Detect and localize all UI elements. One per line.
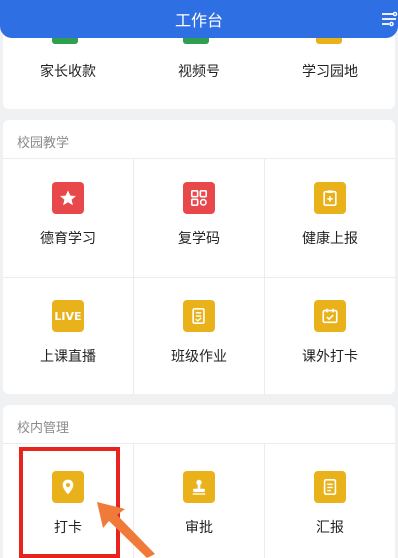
- campus-teaching-section: 校园教学 德育学习 复学码 健康上报 LIVE 上课直播 班级作业 课外打卡: [3, 120, 395, 394]
- section-title-campus-teaching: 校园教学: [17, 136, 70, 151]
- app-health-report[interactable]: 健康上报: [265, 182, 395, 248]
- app-label: 德育学习: [40, 231, 96, 247]
- video-icon: [183, 38, 209, 44]
- homework-icon: [183, 300, 215, 332]
- report-document-icon: [314, 471, 346, 503]
- app-return-code[interactable]: 复学码: [134, 182, 264, 248]
- app-label: 汇报: [316, 520, 344, 536]
- campus-management-section: 校内管理 打卡 审批 汇报: [3, 405, 395, 558]
- divider: [3, 277, 395, 278]
- study-garden-icon: [316, 38, 342, 44]
- stamp-icon: [183, 471, 215, 503]
- app-report[interactable]: 汇报: [265, 471, 395, 537]
- live-icon: LIVE: [52, 300, 84, 332]
- location-pin-icon: [52, 471, 84, 503]
- app-parent-payment[interactable]: 家长收款: [3, 61, 133, 81]
- app-class-homework[interactable]: 班级作业: [134, 300, 264, 366]
- filter-settings-icon[interactable]: [380, 10, 398, 28]
- app-video-channel[interactable]: 视频号: [134, 61, 264, 81]
- check-in-calendar-icon: [314, 300, 346, 332]
- app-label: 课外打卡: [302, 349, 358, 365]
- section-title-campus-management: 校内管理: [17, 421, 70, 436]
- app-live-class[interactable]: LIVE 上课直播: [3, 300, 133, 366]
- app-study-garden[interactable]: 学习园地: [265, 61, 395, 81]
- divider: [3, 158, 395, 159]
- app-label: 健康上报: [302, 231, 358, 247]
- app-label: 复学码: [178, 231, 220, 247]
- app-label: 打卡: [54, 520, 82, 536]
- health-report-icon: [314, 182, 346, 214]
- header-bar: 工作台: [0, 0, 398, 38]
- qr-code-icon: [183, 182, 215, 214]
- star-icon: [52, 182, 84, 214]
- pointer-arrow-icon: [97, 502, 155, 558]
- app-label: 审批: [185, 520, 213, 536]
- app-label: 班级作业: [171, 349, 227, 365]
- app-extracurricular-check-in[interactable]: 课外打卡: [265, 300, 395, 366]
- payment-icon: [52, 38, 78, 44]
- page-title: 工作台: [174, 11, 223, 30]
- app-label: 上课直播: [40, 349, 96, 365]
- app-moral-study[interactable]: 德育学习: [3, 182, 133, 248]
- divider: [3, 443, 395, 444]
